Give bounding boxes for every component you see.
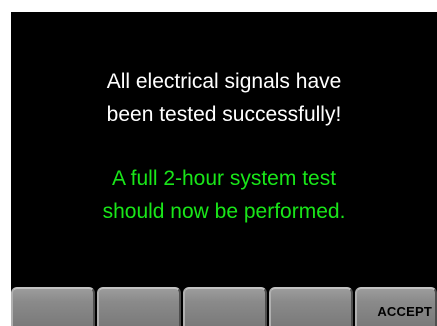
- status-message: All electrical signals have been tested …: [11, 12, 437, 279]
- instruction-message-line-2: should now be performed.: [102, 200, 346, 223]
- softkey-4[interactable]: [269, 287, 353, 326]
- instruction-message-line-1: A full 2-hour system test: [111, 167, 337, 190]
- softkey-3[interactable]: [183, 287, 267, 326]
- softkey-bar: ACCEPT: [11, 279, 437, 326]
- display-screen: All electrical signals have been tested …: [11, 12, 437, 326]
- success-message-line-2: been tested successfully!: [106, 103, 342, 126]
- softkey-1[interactable]: [11, 287, 95, 326]
- softkey-2[interactable]: [97, 287, 181, 326]
- success-message-line-1: All electrical signals have: [106, 70, 342, 93]
- accept-button[interactable]: ACCEPT: [355, 287, 437, 326]
- accept-button-label: ACCEPT: [377, 304, 432, 319]
